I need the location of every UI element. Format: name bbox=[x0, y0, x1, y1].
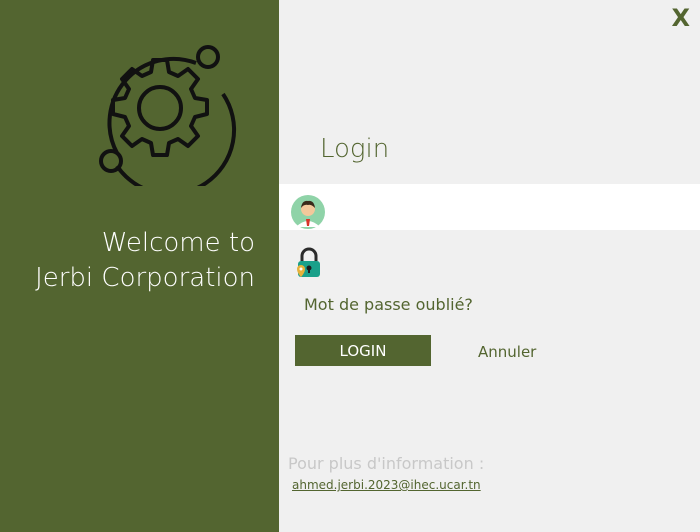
password-input[interactable] bbox=[331, 244, 691, 284]
gear-logo-icon bbox=[99, 45, 237, 186]
cancel-button[interactable]: Annuler bbox=[478, 343, 536, 361]
welcome-panel: Welcome to Jerbi Corporation bbox=[0, 0, 279, 532]
company-name: Jerbi Corporation bbox=[35, 263, 255, 293]
user-avatar-icon bbox=[291, 195, 325, 229]
lock-icon bbox=[297, 247, 320, 277]
username-row bbox=[279, 184, 700, 230]
login-panel: X Login Mot de passe oublié? LOGIN Annul… bbox=[279, 0, 700, 532]
email-link[interactable]: ahmed.jerbi.2023@ihec.ucar.tn bbox=[292, 478, 481, 492]
username-input[interactable] bbox=[331, 184, 691, 230]
forgot-password-link[interactable]: Mot de passe oublié? bbox=[304, 295, 473, 314]
info-label: Pour plus d'information : bbox=[288, 454, 485, 473]
login-button[interactable]: LOGIN bbox=[295, 335, 431, 366]
welcome-text: Welcome to bbox=[101, 228, 255, 258]
close-button[interactable]: X bbox=[671, 4, 690, 32]
login-title: Login bbox=[320, 134, 390, 164]
